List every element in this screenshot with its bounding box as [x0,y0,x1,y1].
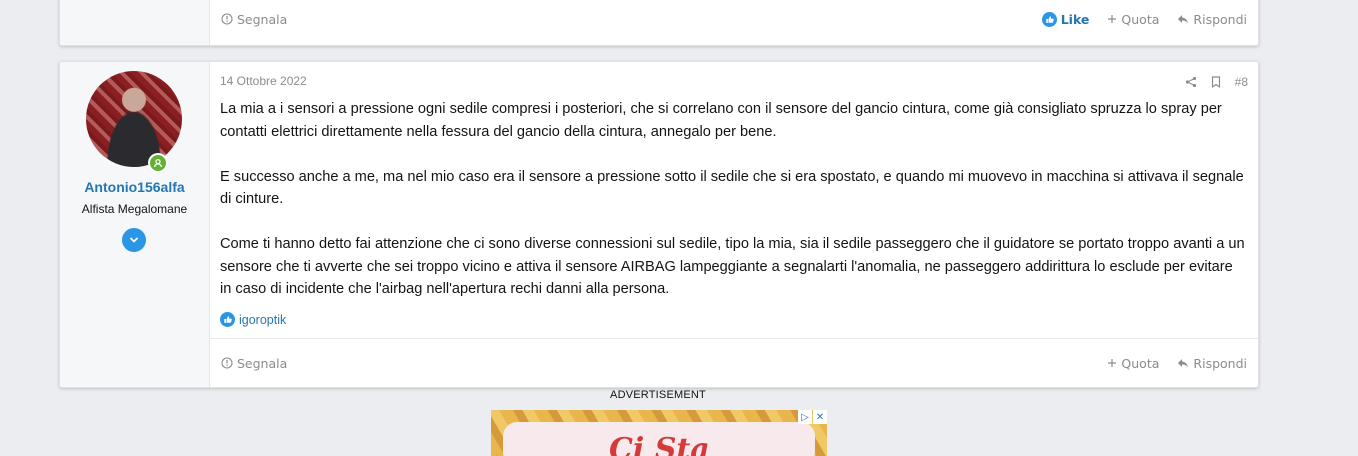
plus-icon [1107,358,1117,368]
reply-button[interactable]: Rispondi [1177,356,1247,371]
post-date-link[interactable]: 14 Ottobre 2022 [220,74,307,88]
close-icon[interactable]: ✕ [813,410,827,424]
reply-label: Rispondi [1193,355,1247,371]
chevron-down-icon [128,234,140,246]
info-circle-icon [221,357,233,369]
previous-post-actions: Segnala Like Quota Rispondi [209,0,1258,45]
ad-controls: ▷ ✕ [798,410,827,424]
bookmark-icon[interactable] [1211,76,1221,88]
previous-post: Segnala Like Quota Rispondi [59,0,1259,46]
online-status-badge [148,153,168,173]
username-link[interactable]: Antonio156alfa [60,179,209,195]
post-content: 14 Ottobre 2022 #8 La mia a i sensori a … [209,62,1258,387]
quote-button[interactable]: Quota [1107,12,1159,27]
thumbs-up-icon [1041,11,1057,27]
user-sidebar: Antonio156alfa Alfista Megalomane [60,62,210,387]
previous-post-content: Segnala Like Quota Rispondi [209,0,1258,45]
expand-user-info-button[interactable] [122,228,146,252]
report-button[interactable]: Segnala [221,356,287,371]
post-tools: #8 [1185,75,1248,89]
thumbs-up-icon [220,312,235,327]
report-label: Segnala [237,11,288,27]
user-title: Alfista Megalomane [81,202,188,216]
like-label: Like [1060,11,1090,27]
quote-label: Quota [1121,11,1160,27]
previous-post-sidebar [60,0,210,45]
share-icon[interactable] [1185,76,1197,88]
post-actions: Segnala Quota Rispondi [209,338,1258,387]
user-online-icon [150,155,166,171]
reactions-summary: igoroptik [220,312,286,327]
report-button[interactable]: Segnala [221,12,287,27]
quote-label: Quota [1121,355,1160,371]
advertisement-label: ADVERTISEMENT [610,389,706,401]
avatar-container [86,71,182,173]
ad-headline: Ci Sta [609,432,710,456]
quote-button[interactable]: Quota [1107,356,1159,371]
post-body: La mia a i sensori a pressione ogni sedi… [220,98,1246,301]
reply-arrow-icon [1177,14,1189,24]
advertisement-banner[interactable]: Ci Sta ▷ ✕ [491,410,827,456]
reply-button[interactable]: Rispondi [1177,12,1247,27]
reply-arrow-icon [1177,358,1189,368]
post-number-link[interactable]: #8 [1235,75,1248,89]
reply-label: Rispondi [1193,11,1247,27]
avatar[interactable] [86,71,182,167]
post-paragraph: Come ti hanno detto fai attenzione che c… [220,236,1245,297]
adchoices-icon[interactable]: ▷ [798,410,812,424]
post-paragraph: La mia a i sensori a pressione ogni sedi… [220,101,1222,140]
post: Antonio156alfa Alfista Megalomane 14 Ott… [59,61,1259,388]
report-label: Segnala [237,355,288,371]
like-button[interactable]: Like [1041,11,1090,27]
liked-by-link[interactable]: igoroptik [239,313,286,327]
post-paragraph: E successo anche a me, ma nel mio caso e… [220,168,1244,208]
plus-icon [1107,14,1117,24]
info-circle-icon [221,13,233,25]
